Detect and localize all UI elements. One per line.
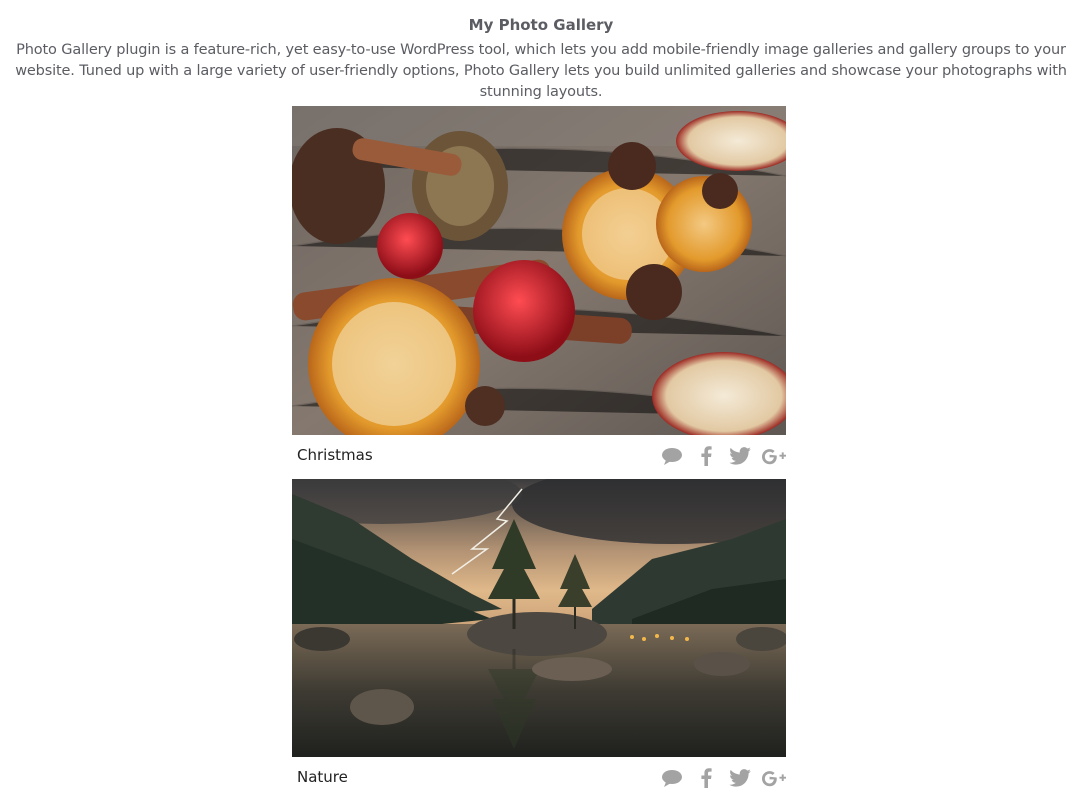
comment-icon[interactable]: [660, 444, 684, 468]
gallery-description: Photo Gallery plugin is a feature-rich, …: [15, 42, 1067, 100]
gallery-image-nature[interactable]: [292, 479, 786, 757]
share-icons: [660, 444, 786, 468]
gallery-item-christmas: Christmas: [292, 106, 786, 477]
christmas-photo: [292, 106, 786, 435]
google-plus-icon[interactable]: [762, 444, 786, 468]
google-plus-icon[interactable]: [762, 766, 786, 790]
gallery-item-footer: Christmas: [292, 435, 786, 477]
nature-photo: [292, 479, 786, 757]
image-caption: Nature: [297, 768, 348, 786]
gallery-image-christmas[interactable]: [292, 106, 786, 435]
image-caption: Christmas: [297, 446, 373, 464]
gallery-header: My Photo Gallery Photo Gallery plugin is…: [0, 0, 1082, 103]
share-icons: [660, 766, 786, 790]
comment-icon[interactable]: [660, 766, 684, 790]
gallery-title: My Photo Gallery: [468, 16, 614, 34]
twitter-icon[interactable]: [728, 444, 752, 468]
gallery-item-footer: Nature: [292, 757, 786, 799]
gallery-item-nature: Nature: [292, 479, 786, 799]
facebook-icon[interactable]: [694, 444, 718, 468]
facebook-icon[interactable]: [694, 766, 718, 790]
twitter-icon[interactable]: [728, 766, 752, 790]
